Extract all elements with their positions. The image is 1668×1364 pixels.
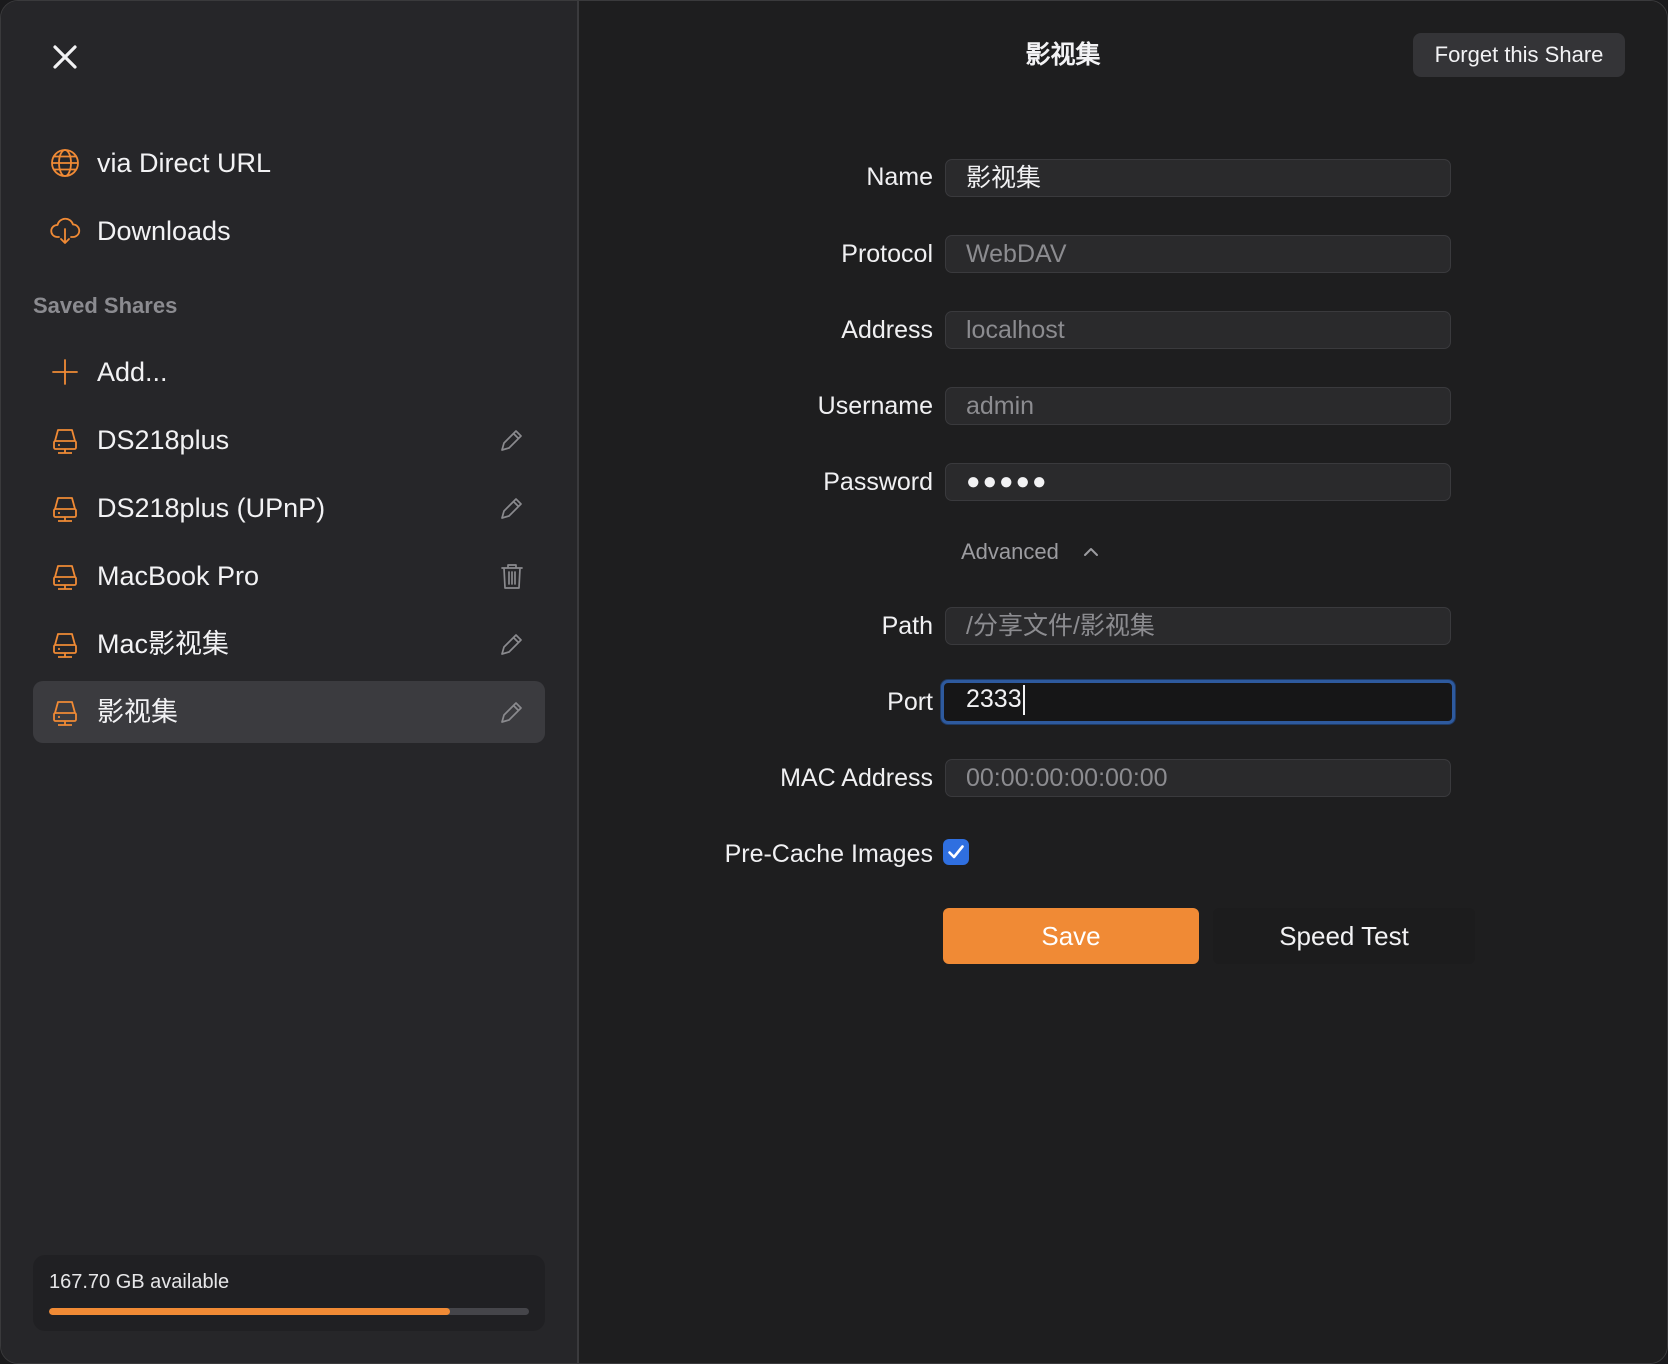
sidebar-item-share-selected[interactable]: 影视集 [33,681,545,743]
server-icon [49,560,81,592]
sidebar-item-label: via Direct URL [97,148,272,178]
text-caret [1022,685,1025,716]
sidebar-item-direct-url[interactable]: via Direct URL [33,132,545,194]
pencil-icon[interactable] [497,493,527,523]
sidebar-item-share[interactable]: DS218plus (UPnP) [33,477,545,539]
cloud-download-icon [49,215,81,247]
username-field[interactable]: admin [945,387,1451,425]
mac-address-label: MAC Address [780,764,933,792]
sidebar-item-label: Add... [97,357,168,387]
pencil-icon[interactable] [497,425,527,455]
chevron-up-icon [1083,548,1098,556]
path-field[interactable]: /分享文件/影视集 [945,607,1451,645]
share-editor: 影视集 Forget this Share Name 影视集 Protocol … [579,1,1667,1363]
sidebar-item-share[interactable]: MacBook Pro [33,545,545,607]
close-button[interactable] [45,37,85,77]
pre-cache-label: Pre-Cache Images [724,840,933,868]
globe-icon [49,147,81,179]
checkmark-icon [948,845,964,859]
path-label: Path [881,612,933,640]
server-icon [49,696,81,728]
storage-progress-fill [49,1308,450,1315]
sidebar-item-label: Downloads [97,216,231,246]
protocol-label: Protocol [841,240,933,268]
storage-progress-bar [49,1308,529,1315]
mac-address-field[interactable]: 00:00:00:00:00:00 [945,759,1451,797]
port-value: 2333 [966,685,1022,713]
storage-indicator: 167.70 GB available [33,1255,545,1331]
advanced-toggle[interactable]: Advanced [961,539,1101,565]
forget-share-button[interactable]: Forget this Share [1413,33,1625,77]
name-field[interactable]: 影视集 [945,159,1451,197]
server-icon [49,628,81,660]
pre-cache-checkbox[interactable] [943,839,969,865]
username-label: Username [817,392,933,420]
name-label: Name [866,163,933,191]
port-field[interactable]: 2333 [941,680,1455,724]
plus-icon [49,356,81,388]
password-label: Password [823,468,933,496]
sidebar-item-share[interactable]: Mac影视集 [33,613,545,675]
address-field[interactable]: localhost [945,311,1451,349]
sidebar-item-label: MacBook Pro [97,561,260,591]
sidebar-item-label: Mac影视集 [97,629,230,659]
save-button[interactable]: Save [943,908,1199,964]
page-title: 影视集 [1025,41,1101,69]
speed-test-button[interactable]: Speed Test [1213,908,1475,964]
add-share-button[interactable]: Add... [33,341,545,403]
password-field[interactable]: ●●●●● [945,463,1451,501]
sidebar-item-label: DS218plus (UPnP) [97,493,326,523]
address-label: Address [841,316,933,344]
advanced-label: Advanced [961,539,1059,564]
server-icon [49,424,81,456]
storage-available-text: 167.70 GB available [49,1271,230,1293]
app-window: via Direct URL Downloads Saved Shares Ad… [0,0,1668,1364]
pencil-icon[interactable] [497,629,527,659]
sidebar-item-label: 影视集 [97,697,178,727]
sidebar-item-label: DS218plus [97,425,230,455]
sidebar: via Direct URL Downloads Saved Shares Ad… [1,1,579,1363]
pencil-icon[interactable] [497,697,527,727]
trash-icon[interactable] [497,561,527,591]
port-label: Port [887,688,933,716]
protocol-field[interactable]: WebDAV [945,235,1451,273]
server-icon [49,492,81,524]
sidebar-item-downloads[interactable]: Downloads [33,200,545,262]
section-title-saved-shares: Saved Shares [33,293,178,318]
sidebar-item-share[interactable]: DS218plus [33,409,545,471]
close-icon [53,45,77,69]
